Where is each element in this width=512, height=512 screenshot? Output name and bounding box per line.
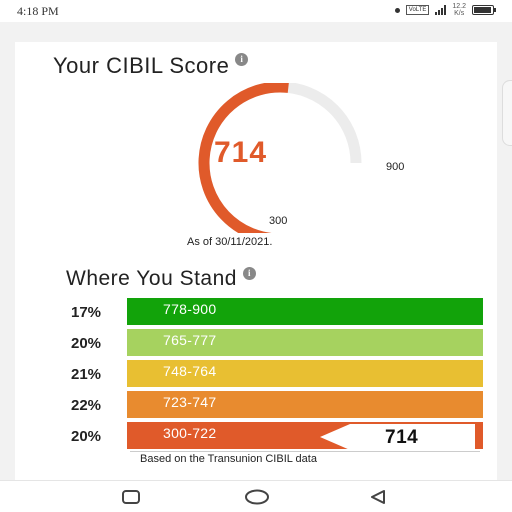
score-value: 714 — [214, 136, 268, 169]
recent-apps-icon[interactable] — [121, 488, 141, 506]
band-bar: 748-764 — [127, 360, 483, 387]
score-title: Your CIBIL Score i — [53, 53, 249, 79]
band-percent: 20% — [71, 428, 102, 445]
gauge-max-label: 900 — [386, 161, 405, 173]
band-range: 748-764 — [163, 363, 217, 379]
status-time: 4:18 PM — [17, 4, 59, 18]
score-title-text: Your CIBIL Score — [53, 53, 230, 78]
band-percent: 22% — [71, 397, 102, 414]
band-range: 300-722 — [163, 425, 217, 441]
gauge-min-label: 300 — [269, 215, 288, 227]
band-percent: 17% — [71, 304, 102, 321]
status-bar: 4:18 PM VoLTE 12.2 K/s — [0, 0, 512, 22]
network-speed: 12.2 K/s — [452, 3, 466, 17]
notification-dot-icon — [394, 7, 400, 13]
divider — [130, 451, 480, 452]
edge-panel-handle[interactable] — [502, 80, 512, 146]
band-percent: 20% — [71, 335, 102, 352]
home-icon[interactable] — [244, 488, 270, 506]
user-score-marker — [475, 424, 481, 449]
band-row: 22% 723-747 — [0, 391, 512, 418]
band-range: 765-777 — [163, 332, 217, 348]
speed-unit: K/s — [454, 10, 465, 17]
volte-badge: VoLTE — [405, 5, 430, 15]
band-percent: 21% — [71, 366, 102, 383]
band-range: 778-900 — [163, 301, 217, 317]
band-bar: 765-777 — [127, 329, 483, 356]
as-of-date: As of 30/11/2021. — [187, 236, 273, 248]
band-bar: 778-900 — [127, 298, 483, 325]
band-row: 21% 748-764 — [0, 360, 512, 387]
info-icon[interactable]: i — [235, 53, 249, 66]
status-icons: VoLTE 12.2 K/s — [394, 3, 496, 17]
info-icon[interactable]: i — [242, 267, 256, 280]
navigation-bar — [0, 480, 512, 512]
speed-value: 12.2 — [452, 3, 466, 10]
back-icon[interactable] — [368, 488, 388, 506]
signal-icon — [435, 5, 447, 15]
band-row: 20% 765-777 — [0, 329, 512, 356]
stand-title: Where You Stand i — [66, 267, 256, 291]
data-source-note: Based on the Transunion CIBIL data — [140, 453, 317, 465]
band-row: 17% 778-900 — [0, 298, 512, 325]
battery-icon — [472, 5, 496, 15]
user-score: 714 — [385, 427, 419, 448]
stand-title-text: Where You Stand — [66, 267, 237, 290]
band-bar: 723-747 — [127, 391, 483, 418]
band-range: 723-747 — [163, 394, 217, 410]
